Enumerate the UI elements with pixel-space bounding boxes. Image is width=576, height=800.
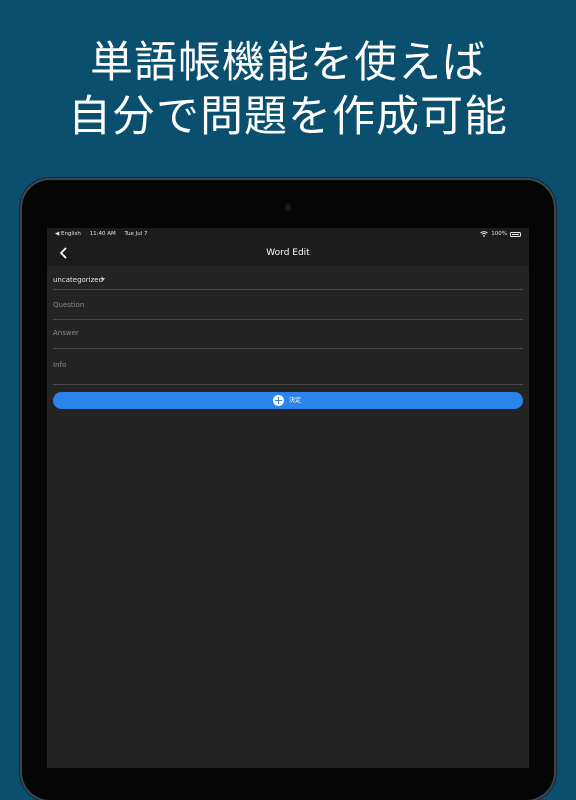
answer-input[interactable] [53,329,523,337]
headline-line-2: 自分で問題を作成可能 [68,92,508,142]
wifi-icon [480,231,489,237]
battery-percent: 100% [491,231,507,237]
camera-icon [284,203,292,211]
back-to-app-link[interactable]: ◀ English [55,231,81,237]
caret-down-icon [101,278,105,281]
question-field-wrapper [53,294,523,320]
back-button[interactable] [55,244,73,262]
info-input[interactable] [53,361,523,369]
status-bar: ◀ English 11:40 AM Tue Jul 7 100% [47,228,529,240]
navigation-bar: Word Edit [47,240,529,266]
submit-label: 決定 [289,397,302,404]
promo-headline: 単語帳機能を使えば 自分で問題を作成可能 [0,36,576,144]
info-field-wrapper [53,350,523,385]
submit-button[interactable]: 決定 [53,392,523,409]
category-value: uncategorized [53,276,104,284]
battery-icon [510,231,521,237]
page-title: Word Edit [266,248,310,258]
headline-line-1: 単語帳機能を使えば [90,38,486,88]
question-input[interactable] [53,301,523,309]
status-time: 11:40 AM [89,231,116,237]
chevron-left-icon [60,247,67,259]
status-date: Tue Jul 7 [124,231,148,237]
app-screen: ◀ English 11:40 AM Tue Jul 7 100% Word E… [47,228,529,768]
plus-circle-icon [273,395,284,406]
answer-field-wrapper [53,321,523,349]
category-dropdown[interactable]: uncategorized [53,271,523,290]
